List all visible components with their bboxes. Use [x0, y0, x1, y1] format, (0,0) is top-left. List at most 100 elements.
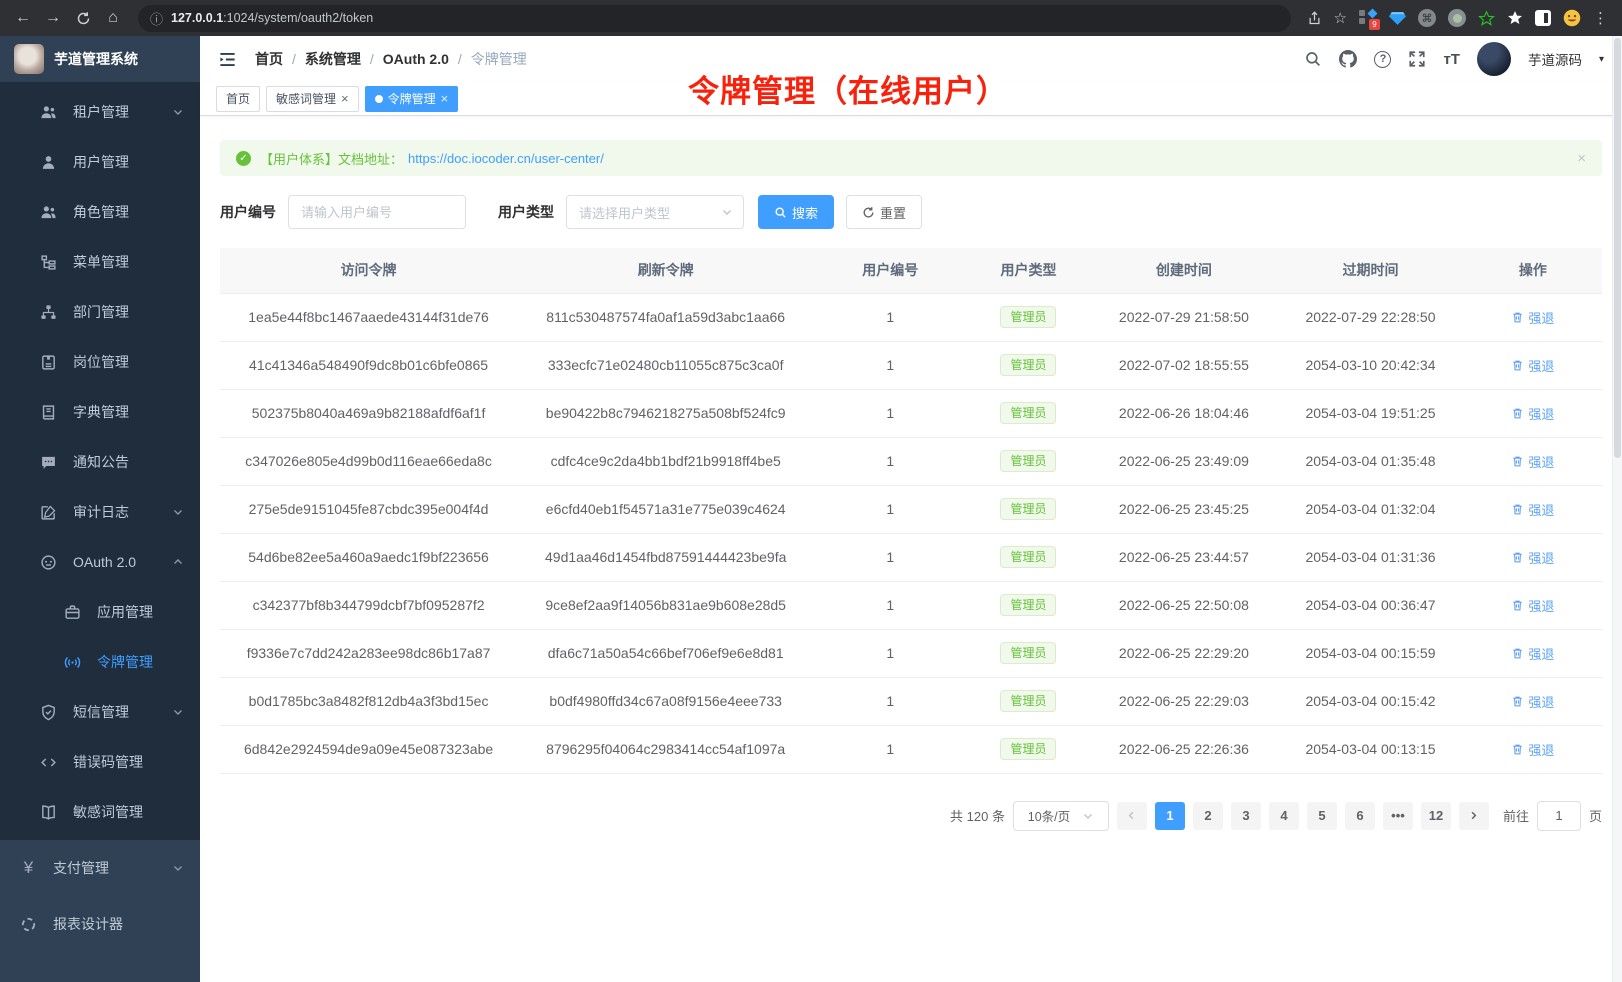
tab-home[interactable]: 首页	[216, 86, 260, 112]
sidepanel-extension-icon[interactable]	[1535, 10, 1551, 26]
page-scrollbar[interactable]	[1612, 36, 1622, 982]
force-logout-button[interactable]: 强退	[1511, 452, 1554, 471]
next-page-button[interactable]	[1459, 802, 1489, 830]
font-size-icon[interactable]: тT	[1443, 51, 1460, 68]
address-bar[interactable]: ⓘ 127.0.0.1:1024/system/oauth2/token	[138, 5, 1291, 32]
page-button-1[interactable]: 1	[1155, 802, 1185, 830]
table-row: 502375b8040a469a9b82188afdf6af1f be90422…	[220, 389, 1602, 437]
sidebar-item-report-designer[interactable]: 报表设计器	[0, 896, 200, 952]
tab-sensitive-words[interactable]: 敏感词管理 ×	[266, 86, 359, 112]
user-type-select[interactable]: 请选择用户类型	[566, 195, 744, 229]
profile-avatar-icon[interactable]	[1563, 9, 1581, 27]
page-button-5[interactable]: 5	[1307, 802, 1337, 830]
created-cell: 2022-06-25 23:49:09	[1091, 437, 1278, 485]
table-row: c347026e805e4d99b0d116eae66eda8c cdfc4ce…	[220, 437, 1602, 485]
browser-back-icon[interactable]: ←	[10, 5, 36, 31]
sidebar-item-sms-management[interactable]: 短信管理	[0, 687, 200, 737]
prev-page-button[interactable]	[1117, 802, 1147, 830]
command-extension-icon[interactable]: ⌘	[1418, 9, 1436, 27]
app-logo-row[interactable]: 芋道管理系统	[0, 36, 200, 82]
force-logout-button[interactable]: 强退	[1511, 500, 1554, 519]
table-body: 1ea5e44f8bc1467aaede43144f31de76 811c530…	[220, 293, 1602, 773]
force-logout-button[interactable]: 强退	[1511, 644, 1554, 663]
force-logout-button[interactable]: 强退	[1511, 692, 1554, 711]
search-button[interactable]: 搜索	[758, 195, 834, 229]
user-avatar[interactable]	[1477, 42, 1511, 76]
sidebar-item-errcode-management[interactable]: 错误码管理	[0, 737, 200, 787]
sidebar-item-payment-management[interactable]: ¥ 支付管理	[0, 840, 200, 896]
extension-grid-icon[interactable]: 9	[1359, 9, 1377, 27]
sidebar-item-user-management[interactable]: 用户管理	[0, 137, 200, 187]
breadcrumb-system[interactable]: 系统管理	[305, 49, 361, 69]
page-button-6[interactable]: 6	[1345, 802, 1375, 830]
sidebar-item-tenant-management[interactable]: 租户管理	[0, 87, 200, 137]
browser-menu-icon[interactable]: ⋮	[1593, 11, 1608, 26]
alert-doc-link[interactable]: https://doc.iocoder.cn/user-center/	[408, 151, 604, 166]
expired-cell: 2054-03-04 01:31:36	[1277, 533, 1464, 581]
browser-home-icon[interactable]: ⌂	[100, 5, 126, 31]
more-pages-button[interactable]: •••	[1383, 802, 1413, 830]
alert-close-icon[interactable]: ×	[1577, 150, 1586, 167]
url-host: 127.0.0.1	[171, 11, 223, 25]
sidebar-item-oauth2[interactable]: OAuth 2.0	[0, 537, 200, 587]
robot-icon	[40, 554, 57, 571]
chevron-right-icon	[1468, 810, 1479, 821]
page-button-12[interactable]: 12	[1421, 802, 1451, 830]
scrollbar-thumb[interactable]	[1614, 38, 1621, 458]
sidebar-item-department-management[interactable]: 部门管理	[0, 287, 200, 337]
force-logout-button[interactable]: 强退	[1511, 356, 1554, 375]
browser-reload-icon[interactable]	[70, 5, 96, 31]
created-cell: 2022-06-26 18:04:46	[1091, 389, 1278, 437]
sidebar-item-dict-management[interactable]: 字典管理	[0, 387, 200, 437]
white-star-extension-icon[interactable]	[1507, 10, 1523, 26]
trash-icon	[1511, 311, 1524, 324]
page-size-select[interactable]: 10条/页	[1013, 801, 1109, 831]
close-icon[interactable]: ×	[341, 92, 349, 105]
sidebar-item-post-management[interactable]: 岗位管理	[0, 337, 200, 387]
recorder-extension-icon[interactable]	[1448, 9, 1466, 27]
force-logout-button[interactable]: 强退	[1511, 404, 1554, 423]
refresh-token-cell: dfa6c71a50a54c66bef706ef9e6e8d81	[517, 629, 814, 677]
force-logout-button[interactable]: 强退	[1511, 308, 1554, 327]
expired-cell: 2054-03-04 00:15:42	[1277, 677, 1464, 725]
sidebar-item-menu-management[interactable]: 菜单管理	[0, 237, 200, 287]
breadcrumb-home[interactable]: 首页	[255, 49, 283, 69]
help-icon[interactable]: ?	[1374, 51, 1391, 68]
sidebar-item-app-management[interactable]: 应用管理	[0, 587, 200, 637]
bookmark-star-icon[interactable]: ☆	[1334, 11, 1347, 26]
fullscreen-icon[interactable]	[1408, 50, 1426, 68]
share-icon[interactable]	[1307, 11, 1322, 26]
sidebar-item-role-management[interactable]: 角色管理	[0, 187, 200, 237]
sidebar-collapse-icon[interactable]	[218, 50, 237, 69]
table-row: 275e5de9151045fe87cbdc395e004f4d e6cfd40…	[220, 485, 1602, 533]
close-icon[interactable]: ×	[441, 92, 449, 105]
green-star-extension-icon[interactable]	[1478, 10, 1495, 27]
user-type-badge: 管理员	[1000, 498, 1056, 520]
page-button-2[interactable]: 2	[1193, 802, 1223, 830]
force-logout-button[interactable]: 强退	[1511, 596, 1554, 615]
page-button-4[interactable]: 4	[1269, 802, 1299, 830]
expired-cell: 2054-03-04 00:36:47	[1277, 581, 1464, 629]
refresh-token-cell: cdfc4ce9c2da4bb1bdf21b9918ff4be5	[517, 437, 814, 485]
force-logout-button[interactable]: 强退	[1511, 740, 1554, 759]
gem-extension-icon[interactable]	[1389, 11, 1406, 26]
github-icon[interactable]	[1339, 50, 1357, 68]
page-info-icon[interactable]: ⓘ	[150, 9, 163, 28]
reset-button[interactable]: 重置	[846, 195, 922, 229]
sidebar-item-token-management[interactable]: 令牌管理	[0, 637, 200, 687]
goto-page-input[interactable]	[1537, 801, 1581, 831]
breadcrumb-oauth2[interactable]: OAuth 2.0	[383, 51, 449, 67]
sidebar-item-sensitive-words[interactable]: 敏感词管理	[0, 787, 200, 837]
force-logout-button[interactable]: 强退	[1511, 548, 1554, 567]
tab-token-management[interactable]: 令牌管理 ×	[365, 86, 459, 112]
user-dropdown-caret-icon[interactable]: ▾	[1599, 54, 1604, 65]
sidebar-item-label: 短信管理	[73, 702, 129, 722]
sidebar-item-notice[interactable]: 通知公告	[0, 437, 200, 487]
search-icon[interactable]	[1304, 50, 1322, 68]
browser-forward-icon[interactable]: →	[40, 5, 66, 31]
user-type-cell: 管理员	[966, 437, 1090, 485]
sidebar-item-audit-log[interactable]: 审计日志	[0, 487, 200, 537]
page-button-3[interactable]: 3	[1231, 802, 1261, 830]
id-badge-icon	[40, 354, 57, 371]
user-id-input[interactable]	[288, 195, 466, 229]
